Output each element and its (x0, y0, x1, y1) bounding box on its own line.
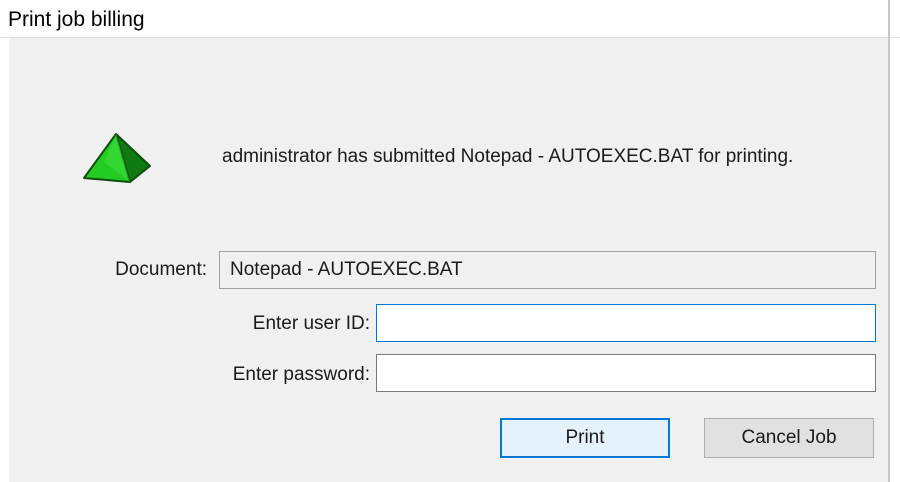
user-id-label: Enter user ID: (252, 313, 370, 334)
submission-message: administrator has submitted Notepad - AU… (222, 146, 794, 167)
print-button[interactable]: Print (500, 418, 670, 458)
cancel-job-button[interactable]: Cancel Job (704, 418, 874, 458)
document-label: Document: (115, 259, 207, 280)
window-border (888, 0, 890, 482)
print-job-billing-dialog: Print job billing administrator has subm… (0, 0, 900, 482)
user-id-input[interactable] (376, 304, 876, 342)
document-field: Notepad - AUTOEXEC.BAT (219, 251, 876, 289)
green-pyramid-icon (83, 133, 151, 183)
password-label: Enter password: (232, 364, 370, 385)
password-input[interactable] (376, 354, 876, 392)
title-bar: Print job billing (0, 0, 900, 38)
left-window-edge (0, 38, 9, 482)
window-title: Print job billing (8, 8, 145, 31)
